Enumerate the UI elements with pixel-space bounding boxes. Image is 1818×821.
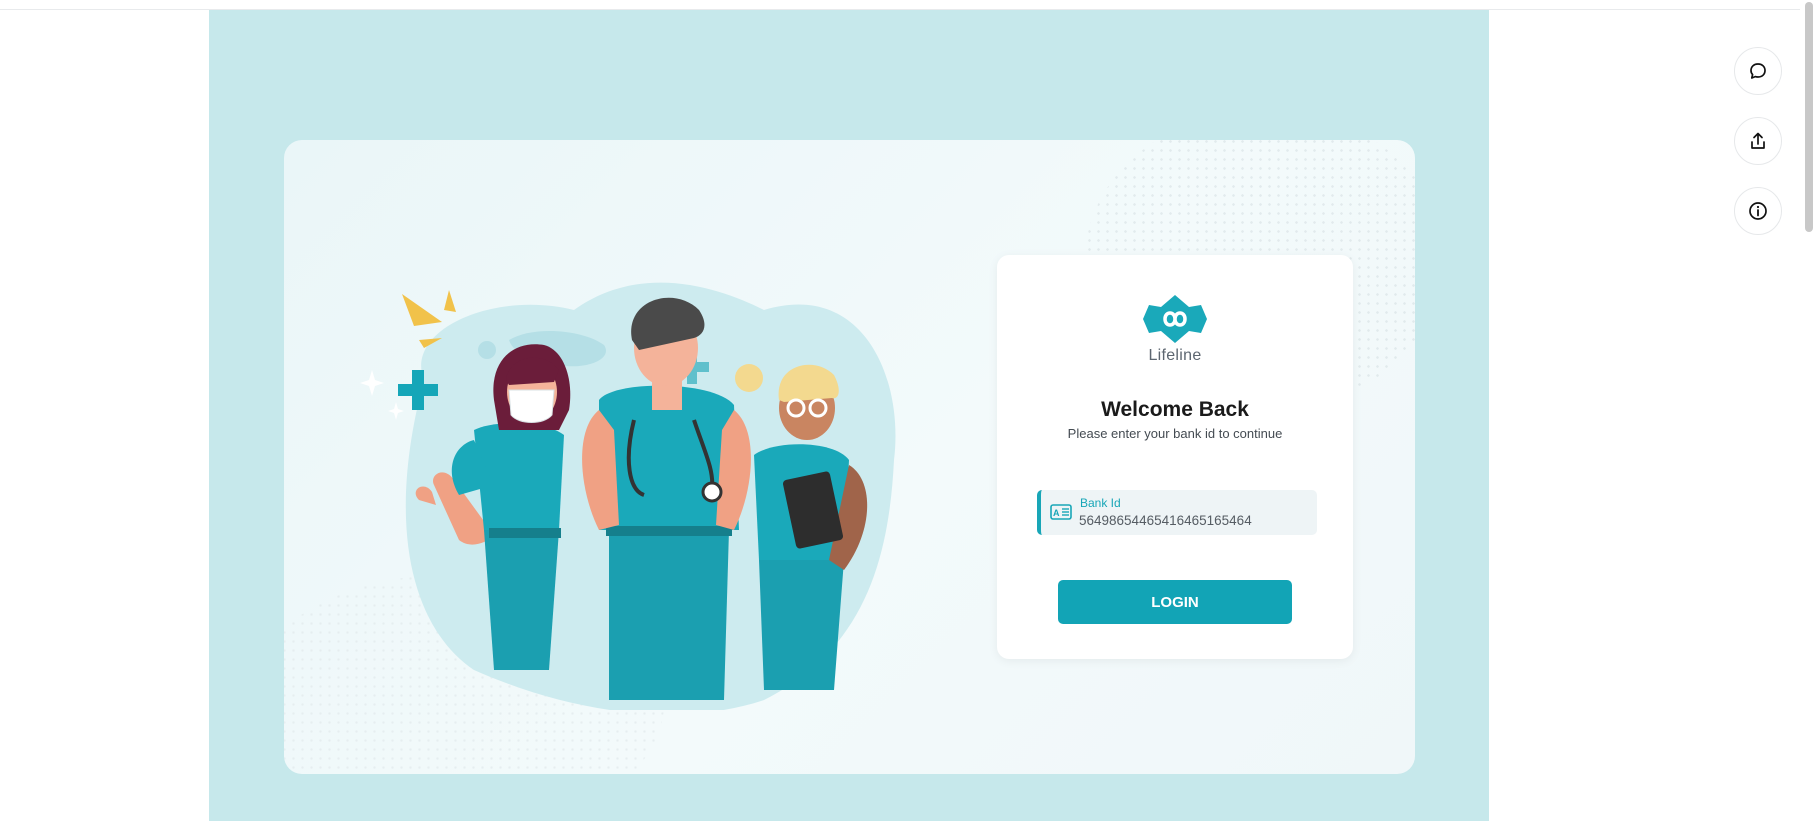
- info-icon: [1749, 202, 1767, 220]
- brand-name: Lifeline: [1148, 347, 1202, 364]
- share-button[interactable]: [1734, 117, 1782, 165]
- svg-text:A: A: [1053, 508, 1060, 518]
- top-bar: [0, 0, 1818, 10]
- page-background: Lifeline Welcome Back Please enter your …: [209, 10, 1489, 821]
- page-scrollbar[interactable]: [1800, 0, 1818, 821]
- login-form-card: Lifeline Welcome Back Please enter your …: [997, 255, 1353, 659]
- info-button[interactable]: [1734, 187, 1782, 235]
- login-button[interactable]: LOGIN: [1058, 580, 1292, 624]
- medical-staff-illustration: [360, 282, 896, 710]
- comment-button[interactable]: [1734, 47, 1782, 95]
- welcome-subtitle: Please enter your bank id to continue: [1067, 426, 1283, 441]
- id-card-icon: A: [1050, 504, 1072, 520]
- lifeline-logo-icon: [1143, 295, 1207, 343]
- bank-id-field[interactable]: A Bank Id: [1037, 490, 1317, 535]
- bank-id-input[interactable]: [1079, 511, 1304, 529]
- login-panel: Lifeline Welcome Back Please enter your …: [284, 140, 1415, 774]
- chat-bubble-icon: [1750, 63, 1766, 79]
- scrollbar-thumb[interactable]: [1805, 2, 1813, 232]
- bank-id-label: Bank Id: [1080, 496, 1121, 510]
- share-upload-icon: [1751, 132, 1765, 149]
- welcome-title: Welcome Back: [1101, 398, 1249, 421]
